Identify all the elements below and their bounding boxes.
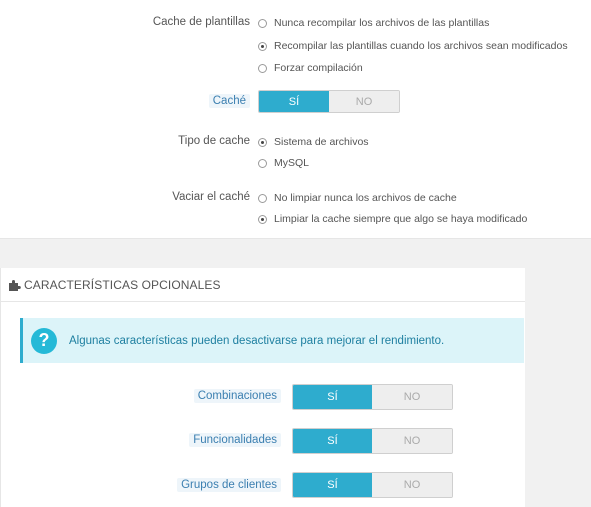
combinations-yes-option[interactable]: SÍ [293, 385, 372, 409]
question-icon: ? [31, 327, 57, 354]
clear-cache-option-always[interactable]: Limpiar la cache siempre que algo se hay… [258, 213, 527, 225]
combinations-label: Combinaciones [193, 389, 281, 403]
cache-yes-option[interactable]: SÍ [259, 91, 329, 112]
customer-groups-no-option[interactable]: NO [372, 473, 452, 497]
clear-cache-option-never[interactable]: No limpiar nunca los archivos de cache [258, 192, 457, 204]
radio-checked-icon[interactable] [258, 41, 267, 51]
radio-unchecked-icon[interactable] [258, 18, 267, 28]
customer-groups-switch[interactable]: SÍ NO [292, 472, 453, 498]
radio-checked-icon[interactable] [258, 137, 267, 147]
radio-checked-icon[interactable] [258, 214, 267, 224]
cache-type-label: Tipo de cache [178, 135, 250, 147]
combinations-no-option[interactable]: NO [372, 385, 452, 409]
clear-cache-label: Vaciar el caché [172, 191, 250, 203]
alert-text: Algunas características pueden desactiva… [69, 334, 445, 347]
customer-groups-yes-option[interactable]: SÍ [293, 473, 372, 497]
panel-title: CARACTERÍSTICAS OPCIONALES [24, 277, 221, 292]
panel-heading: CARACTERÍSTICAS OPCIONALES [1, 268, 525, 302]
radio-unchecked-icon[interactable] [258, 158, 267, 168]
template-cache-option-never[interactable]: Nunca recompilar los archivos de las pla… [258, 17, 489, 29]
template-cache-option-force[interactable]: Forzar compilación [258, 62, 363, 74]
cache-type-option-filesystem[interactable]: Sistema de archivos [258, 136, 369, 148]
template-cache-option-recompile[interactable]: Recompilar las plantillas cuando los arc… [258, 40, 568, 52]
radio-unchecked-icon[interactable] [258, 63, 267, 73]
features-label: Funcionalidades [189, 433, 281, 447]
features-switch[interactable]: SÍ NO [292, 428, 453, 454]
features-no-option[interactable]: NO [372, 429, 452, 453]
radio-unchecked-icon[interactable] [258, 193, 267, 203]
template-cache-label: Cache de plantillas [152, 16, 250, 28]
cache-settings-panel: Cache de plantillas Nunca recompilar los… [0, 0, 591, 239]
cache-no-option[interactable]: NO [329, 91, 399, 112]
features-yes-option[interactable]: SÍ [293, 429, 372, 453]
info-alert: ? Algunas características pueden desacti… [20, 318, 524, 363]
combinations-switch[interactable]: SÍ NO [292, 384, 453, 410]
customer-groups-label: Grupos de clientes [177, 478, 281, 492]
cache-type-option-mysql[interactable]: MySQL [258, 157, 309, 169]
cache-switch[interactable]: SÍ NO [258, 90, 400, 113]
cache-label: Caché [208, 94, 250, 108]
optional-features-panel: CARACTERÍSTICAS OPCIONALES ? Algunas car… [0, 268, 525, 507]
puzzle-icon [8, 279, 21, 291]
